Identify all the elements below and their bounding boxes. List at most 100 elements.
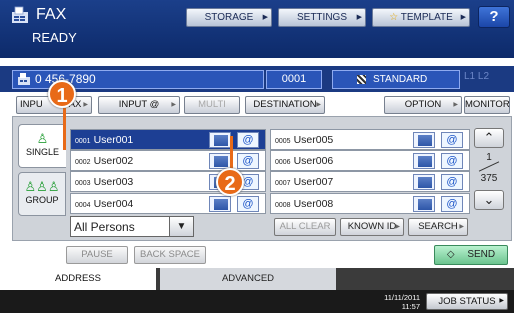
storage-button-label: STORAGE <box>204 12 254 23</box>
entry-name: User002 <box>93 155 134 167</box>
submenu-arrow-icon: ▶ <box>459 224 464 230</box>
submenu-arrow-icon: ▶ <box>171 102 176 108</box>
monitor-button[interactable]: MONITOR <box>464 96 510 114</box>
fax-icon <box>12 6 28 23</box>
entry-label: 0001 User001 <box>75 134 133 146</box>
date-text: 11/11/2011 <box>384 293 420 302</box>
submenu-arrow-icon: ▶ <box>356 14 362 21</box>
address-entry[interactable]: 0001 User001 @ <box>70 129 266 150</box>
send-button[interactable]: ◇ SEND <box>434 245 508 265</box>
filter-select[interactable]: All Persons ▼ <box>70 216 194 237</box>
fax-glyph <box>418 177 432 188</box>
address-entry[interactable]: 0006 User006 @ <box>270 150 470 171</box>
entry-label: 0002 User002 <box>75 155 133 167</box>
fax-icon[interactable] <box>209 132 231 148</box>
help-button[interactable]: ? <box>478 6 510 28</box>
send-label: SEND <box>467 249 496 260</box>
fax-glyph <box>214 156 228 167</box>
fax-glyph <box>418 156 432 167</box>
job-status-button[interactable]: JOB STATUS ▶ <box>426 293 508 310</box>
scroll-down-button[interactable]: ⌄ <box>474 190 504 210</box>
fax-icon[interactable] <box>413 196 435 212</box>
entry-name: User006 <box>293 155 334 167</box>
template-button-label: TEMPLATE <box>400 12 453 23</box>
fax-glyph <box>214 135 228 146</box>
resolution-text: STANDARD <box>373 74 428 85</box>
date-time: 11/11/2011 11:57 <box>372 293 420 311</box>
entry-name: User003 <box>93 176 134 188</box>
marker-two-pointer <box>230 136 233 170</box>
header-bar: FAX READY STORAGE ▶ SETTINGS ▶ ☆ TEMPLAT… <box>0 0 514 58</box>
multi-button[interactable]: MULTI <box>184 96 240 114</box>
address-entry[interactable]: 0008 User008 @ <box>270 193 470 214</box>
storage-button[interactable]: STORAGE ▶ <box>186 8 272 27</box>
tab-group-label: GROUP <box>25 195 59 205</box>
template-button[interactable]: ☆ TEMPLATE ▶ <box>372 8 470 27</box>
tab-single-label: SINGLE <box>25 147 59 157</box>
at-icon[interactable]: @ <box>441 153 463 169</box>
page-total: 375 <box>480 173 498 184</box>
tab-address[interactable]: ADDRESS <box>0 268 156 290</box>
star-icon: ☆ <box>389 12 399 23</box>
pause-button[interactable]: PAUSE <box>66 246 128 264</box>
filter-value: All Persons <box>74 220 135 234</box>
person-icon: ♙ <box>36 131 49 146</box>
settings-button[interactable]: SETTINGS ▶ <box>278 8 366 27</box>
backspace-button[interactable]: BACK SPACE <box>134 246 206 264</box>
submenu-arrow-icon: ▶ <box>316 102 321 108</box>
all-clear-button[interactable]: ALL CLEAR <box>274 218 336 236</box>
input-fax-label: INPU <box>20 99 43 110</box>
fax-icon[interactable] <box>413 132 435 148</box>
at-icon[interactable]: @ <box>441 132 463 148</box>
submenu-arrow-icon: ▶ <box>83 102 88 108</box>
scroll-up-button[interactable]: ⌃ <box>474 128 504 148</box>
entry-number: 0006 <box>275 159 291 166</box>
entry-name: User005 <box>293 134 334 146</box>
entry-number: 0003 <box>75 180 91 187</box>
entry-label: 0008 User008 <box>275 198 333 210</box>
address-entry[interactable]: 0005 User005 @ <box>270 129 470 150</box>
marker-two: 2 <box>216 168 244 196</box>
entry-name: User007 <box>293 176 334 188</box>
entry-name: User008 <box>293 198 334 210</box>
fax-icon[interactable] <box>413 174 435 190</box>
job-status-label: JOB STATUS <box>438 296 496 307</box>
entry-label: 0007 User007 <box>275 176 333 188</box>
known-id-button[interactable]: KNOWN ID ▶ <box>340 218 404 236</box>
address-entry[interactable]: 0002 User002 @ <box>70 150 266 171</box>
at-icon[interactable]: @ <box>441 196 463 212</box>
fax-icon[interactable] <box>209 196 231 212</box>
group-icon: ♙♙♙ <box>24 179 60 194</box>
fax-screen: FAX READY STORAGE ▶ SETTINGS ▶ ☆ TEMPLAT… <box>0 0 514 313</box>
destination-label: DESTINATION <box>253 99 317 110</box>
destination-button[interactable]: DESTINATION ▶ <box>245 96 325 114</box>
search-label: SEARCH <box>418 221 458 232</box>
marker-one-pointer <box>63 108 66 150</box>
at-icon[interactable]: @ <box>237 196 259 212</box>
input-email-label: INPUT @ <box>118 99 160 110</box>
at-icon[interactable]: @ <box>237 132 259 148</box>
option-label: OPTION <box>404 99 442 110</box>
tab-group[interactable]: ♙♙♙ GROUP <box>18 172 66 216</box>
fax-icon[interactable] <box>413 153 435 169</box>
tab-single[interactable]: ♙ SINGLE <box>18 124 66 168</box>
at-icon[interactable]: @ <box>237 153 259 169</box>
marker-one: 1 <box>48 80 76 108</box>
known-id-label: KNOWN ID <box>347 221 397 232</box>
destination-count: 0001 <box>266 70 322 89</box>
fax-glyph <box>214 199 228 210</box>
option-button[interactable]: OPTION ▶ <box>384 96 462 114</box>
address-entry[interactable]: 0004 User004 @ <box>70 193 266 214</box>
entry-number: 0007 <box>275 180 291 187</box>
entry-number: 0001 <box>75 138 91 145</box>
device-status: READY <box>32 30 77 45</box>
fax-icon[interactable] <box>209 153 231 169</box>
input-email-button[interactable]: INPUT @ ▶ <box>98 96 180 114</box>
address-entry[interactable]: 0007 User007 @ <box>270 171 470 192</box>
tab-advanced[interactable]: ADVANCED <box>160 268 336 290</box>
entry-name: User001 <box>93 134 134 146</box>
search-button[interactable]: SEARCH ▶ <box>408 218 468 236</box>
settings-button-label: SETTINGS <box>296 12 347 23</box>
fax-glyph <box>418 135 432 146</box>
at-icon[interactable]: @ <box>441 174 463 190</box>
